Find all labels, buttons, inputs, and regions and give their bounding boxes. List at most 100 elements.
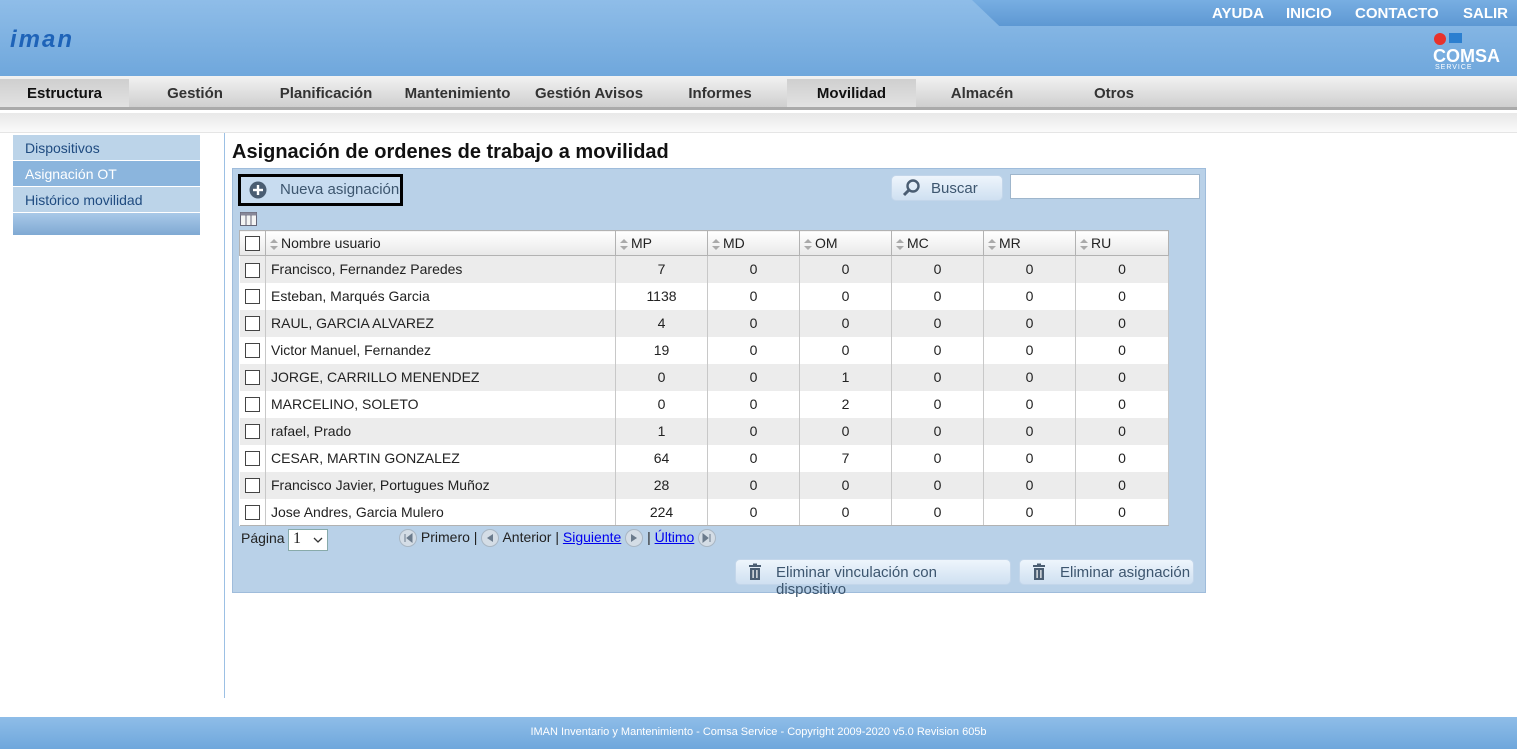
nav-shadow	[0, 113, 1517, 133]
nav-mantenimiento[interactable]: Mantenimiento	[398, 79, 517, 107]
table-row[interactable]: rafael, Prado 1 0 0 0 0 0	[239, 417, 1169, 445]
trash-icon	[749, 563, 761, 580]
table-row[interactable]: Victor Manuel, Fernandez 19 0 0 0 0 0	[239, 336, 1169, 364]
delete-assignment-button[interactable]: Eliminar asignación	[1019, 559, 1194, 585]
contact-link[interactable]: CONTACTO	[1355, 5, 1439, 22]
row-select-cell	[239, 498, 266, 526]
cell-md: 0	[707, 336, 800, 364]
select-all-header	[239, 230, 266, 256]
column-header-md[interactable]: MD	[707, 230, 800, 256]
main-nav: Estructura Gestión Planificación Manteni…	[0, 76, 1517, 110]
table-row[interactable]: CESAR, MARTIN GONZALEZ 64 0 7 0 0 0	[239, 444, 1169, 472]
row-checkbox[interactable]	[244, 451, 260, 467]
columns-icon[interactable]	[240, 212, 257, 226]
cell-ru: 0	[1075, 417, 1169, 445]
cell-ru: 0	[1075, 255, 1169, 283]
cell-om: 2	[799, 390, 892, 418]
row-select-cell	[239, 390, 266, 418]
sort-icon	[988, 238, 996, 250]
cell-mc: 0	[891, 498, 984, 526]
cell-om: 0	[799, 309, 892, 337]
trash-icon	[1033, 563, 1045, 580]
column-header-om[interactable]: OM	[799, 230, 892, 256]
cell-ru: 0	[1075, 363, 1169, 391]
nav-almacen[interactable]: Almacén	[928, 79, 1036, 107]
sort-icon	[620, 238, 628, 250]
search-icon	[902, 179, 920, 197]
column-header-nombre-usuario[interactable]: Nombre usuario	[265, 230, 616, 256]
cell-nombre-usuario: RAUL, GARCIA ALVAREZ	[265, 309, 616, 337]
table-row[interactable]: Esteban, Marqués Garcia 1138 0 0 0 0 0	[239, 282, 1169, 310]
last-page-icon[interactable]	[698, 529, 717, 548]
row-select-cell	[239, 417, 266, 445]
column-header-ru[interactable]: RU	[1075, 230, 1169, 256]
row-checkbox[interactable]	[244, 424, 260, 440]
cell-md: 0	[707, 255, 800, 283]
last-page-link[interactable]: Último	[655, 529, 695, 545]
row-checkbox[interactable]	[244, 397, 260, 413]
nav-gestion[interactable]: Gestión	[140, 79, 250, 107]
sidebar-item-historico-movilidad[interactable]: Histórico movilidad	[13, 187, 200, 213]
row-checkbox[interactable]	[244, 505, 260, 521]
nav-gestion-avisos[interactable]: Gestión Avisos	[528, 79, 650, 107]
cell-nombre-usuario: Francisco Javier, Portugues Muñoz	[265, 471, 616, 499]
search-input[interactable]	[1010, 174, 1200, 199]
logout-link[interactable]: SALIR	[1463, 5, 1508, 22]
cell-mr: 0	[983, 363, 1076, 391]
table-row[interactable]: MARCELINO, SOLETO 0 0 2 0 0 0	[239, 390, 1169, 418]
row-checkbox[interactable]	[244, 262, 260, 278]
prev-page-icon[interactable]	[481, 529, 500, 548]
column-header-mp[interactable]: MP	[615, 230, 708, 256]
cell-nombre-usuario: JORGE, CARRILLO MENENDEZ	[265, 363, 616, 391]
cell-mp: 0	[615, 390, 708, 418]
row-checkbox[interactable]	[244, 289, 260, 305]
nav-estructura[interactable]: Estructura	[0, 79, 129, 107]
table-row[interactable]: JORGE, CARRILLO MENENDEZ 0 0 1 0 0 0	[239, 363, 1169, 391]
nav-otros[interactable]: Otros	[1060, 79, 1168, 107]
table-row[interactable]: RAUL, GARCIA ALVAREZ 4 0 0 0 0 0	[239, 309, 1169, 337]
first-page-icon[interactable]	[399, 529, 417, 548]
cell-mr: 0	[983, 282, 1076, 310]
unlink-device-label: Eliminar vinculación con dispositivo	[776, 564, 937, 598]
cell-md: 0	[707, 282, 800, 310]
new-assignment-button[interactable]: Nueva asignación	[238, 174, 403, 206]
nav-planificacion[interactable]: Planificación	[266, 79, 386, 107]
cell-mc: 0	[891, 444, 984, 472]
row-checkbox[interactable]	[244, 316, 260, 332]
nav-informes[interactable]: Informes	[664, 79, 776, 107]
delete-assignment-label: Eliminar asignación	[1060, 564, 1191, 581]
column-header-mr[interactable]: MR	[983, 230, 1076, 256]
table-row[interactable]: Jose Andres, Garcia Mulero 224 0 0 0 0 0	[239, 498, 1169, 526]
page-select[interactable]: 1	[288, 529, 328, 551]
cell-mp: 28	[615, 471, 708, 499]
table-row[interactable]: Francisco, Fernandez Paredes 7 0 0 0 0 0	[239, 255, 1169, 283]
select-all-checkbox[interactable]	[245, 236, 260, 252]
cell-mp: 7	[615, 255, 708, 283]
nav-movilidad[interactable]: Movilidad	[787, 79, 916, 107]
sidebar-item-dispositivos[interactable]: Dispositivos	[13, 135, 200, 161]
cell-md: 0	[707, 390, 800, 418]
page-label: Página	[241, 530, 285, 546]
cell-mr: 0	[983, 255, 1076, 283]
next-page-link[interactable]: Siguiente	[563, 529, 621, 545]
unlink-device-button[interactable]: Eliminar vinculación con dispositivo	[735, 559, 1011, 598]
row-checkbox[interactable]	[244, 370, 260, 386]
sidebar-item-asignacion-ot[interactable]: Asignación OT	[13, 161, 200, 187]
page-nav: Primero | Anterior | Siguiente | Último	[399, 529, 717, 548]
cell-om: 7	[799, 444, 892, 472]
next-page-icon[interactable]	[625, 529, 644, 548]
search-button[interactable]: Buscar	[891, 175, 1003, 201]
iman-logo[interactable]: iman	[10, 26, 74, 54]
cell-nombre-usuario: Francisco, Fernandez Paredes	[265, 255, 616, 283]
page-title: Asignación de ordenes de trabajo a movil…	[232, 141, 669, 163]
cell-mr: 0	[983, 309, 1076, 337]
column-header-mc[interactable]: MC	[891, 230, 984, 256]
home-link[interactable]: INICIO	[1286, 5, 1332, 22]
first-page-label: Primero	[420, 529, 470, 545]
help-link[interactable]: AYUDA	[1212, 5, 1264, 22]
cell-md: 0	[707, 417, 800, 445]
table-row[interactable]: Francisco Javier, Portugues Muñoz 28 0 0 0 0 0	[239, 471, 1169, 499]
row-checkbox[interactable]	[244, 343, 260, 359]
sort-icon	[896, 238, 904, 250]
row-checkbox[interactable]	[244, 478, 260, 494]
